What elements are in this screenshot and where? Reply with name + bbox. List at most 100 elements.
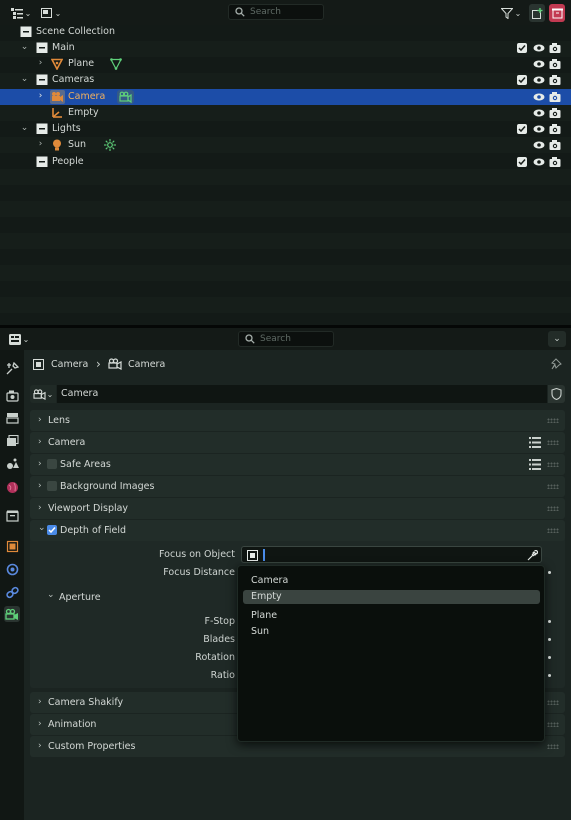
properties-search-input[interactable]: Search [238,331,334,347]
dropdown-item-plane[interactable]: Plane [243,609,540,623]
camera-render-icon[interactable] [549,123,561,135]
datablock-browse-dropdown[interactable]: ⌄ [30,385,56,403]
panel-background-images[interactable]: › Background Images [30,476,565,497]
options-dropdown[interactable]: ⌄ [548,331,566,347]
outliner-row-camera[interactable]: › Camera [0,89,571,105]
subpanel-aperture[interactable]: ⌄ Aperture [44,590,234,606]
camera-render-icon[interactable] [549,42,561,54]
fake-user-button[interactable] [548,385,565,403]
camera-render-icon[interactable] [549,139,561,151]
eye-icon[interactable] [533,107,545,119]
eyedropper-icon[interactable] [527,550,538,561]
dropdown-item-camera[interactable]: Camera [243,574,540,588]
dropdown-item-empty[interactable]: Empty [243,590,540,604]
eye-icon[interactable] [533,74,545,86]
animate-property-dot[interactable] [548,638,551,641]
chevron-down-icon[interactable]: ⌄ [20,124,29,133]
exclude-checkbox[interactable] [517,75,527,85]
view-layer-icon [6,435,19,446]
tab-constraints[interactable] [4,584,20,600]
chevron-down-icon[interactable]: ⌄ [20,75,29,84]
panel-lens[interactable]: › Lens [30,410,565,431]
animate-property-dot[interactable] [548,656,551,659]
outliner-row-plane[interactable]: › Plane [0,56,571,72]
drag-handle[interactable] [547,506,559,511]
safe-areas-checkbox[interactable] [47,459,57,469]
camera-render-icon[interactable] [549,91,561,103]
display-mode-dropdown[interactable]: ⌄ [38,4,64,22]
new-collection-button[interactable] [529,4,545,22]
presets-list-icon[interactable] [529,437,541,448]
animate-property-dot[interactable] [548,620,551,623]
chevron-right-icon: › [38,503,42,513]
eye-icon[interactable] [533,123,545,135]
drag-handle[interactable] [547,722,559,727]
tab-render[interactable] [4,388,20,404]
drag-handle[interactable] [547,440,559,445]
presets-list-icon[interactable] [529,459,541,470]
camera-render-icon[interactable] [549,74,561,86]
drag-handle[interactable] [547,462,559,467]
tab-world[interactable] [4,479,20,495]
panel-camera[interactable]: › Camera [30,432,565,453]
tab-output[interactable] [4,410,20,426]
pin-icon[interactable] [551,358,562,370]
tab-collection[interactable] [4,508,20,524]
panel-depth-of-field[interactable]: ⌄ Depth of Field [30,520,565,541]
drag-handle[interactable] [547,484,559,489]
tab-object[interactable] [4,538,20,554]
tab-tool[interactable] [4,360,20,376]
filter-dropdown[interactable]: ⌄ [498,4,524,22]
dropdown-item-sun[interactable]: Sun [243,625,540,639]
chevron-down-icon[interactable]: ⌄ [20,43,29,52]
eye-icon[interactable] [533,91,545,103]
outliner-row-people[interactable]: People [0,154,571,170]
eye-icon[interactable] [533,156,545,168]
outliner-row-scene-collection[interactable]: Scene Collection [0,24,571,40]
camera-render-icon[interactable] [549,58,561,70]
background-images-checkbox[interactable] [47,481,57,491]
sun-data-icon[interactable] [104,139,116,151]
exclude-checkbox[interactable] [517,124,527,134]
animate-property-dot[interactable] [548,571,551,574]
outliner-row-sun[interactable]: › Sun [0,137,571,153]
mesh-data-icon[interactable] [110,58,122,70]
camera-render-icon[interactable] [549,156,561,168]
depth-of-field-checkbox[interactable] [47,525,57,535]
drag-handle[interactable] [547,528,559,533]
focus-object-field[interactable] [241,546,542,563]
outliner-row-main[interactable]: ⌄ Main [0,40,571,56]
exclude-checkbox[interactable] [517,43,527,53]
tab-camera-data[interactable] [4,606,20,622]
datablock-name-input[interactable]: Camera [57,385,547,403]
eye-icon[interactable] [533,42,545,54]
tab-physics[interactable] [4,561,20,577]
drag-handle[interactable] [547,418,559,423]
drag-handle[interactable] [547,744,559,749]
row-label: Scene Collection [36,26,115,37]
chevron-right-icon[interactable]: › [36,92,45,101]
tab-scene[interactable] [4,456,20,472]
chevron-right-icon[interactable]: › [36,140,45,149]
delete-button[interactable] [549,4,565,22]
editor-type-dropdown[interactable]: ⌄ [8,4,34,22]
chevron-down-icon: ⌄ [46,389,54,399]
chevron-right-icon: › [38,459,42,469]
tab-view-layer[interactable] [4,433,20,449]
outliner-row-cameras[interactable]: ⌄ Cameras [0,72,571,88]
drag-handle[interactable] [547,700,559,705]
camera-data-icon[interactable] [117,90,134,104]
panel-safe-areas[interactable]: › Safe Areas [30,454,565,475]
outliner-search-input[interactable]: Search [228,4,324,20]
animate-property-dot[interactable] [548,674,551,677]
camera-data-icon [108,358,122,370]
outliner-row-empty[interactable]: Empty [0,105,571,121]
panel-viewport-display[interactable]: › Viewport Display [30,498,565,519]
eye-icon[interactable] [533,58,545,70]
chevron-right-icon[interactable]: › [36,59,45,68]
camera-render-icon[interactable] [549,107,561,119]
editor-type-dropdown[interactable]: ⌄ [6,331,32,347]
eye-icon[interactable] [533,139,545,151]
exclude-checkbox[interactable] [517,157,527,167]
outliner-row-lights[interactable]: ⌄ Lights [0,121,571,137]
